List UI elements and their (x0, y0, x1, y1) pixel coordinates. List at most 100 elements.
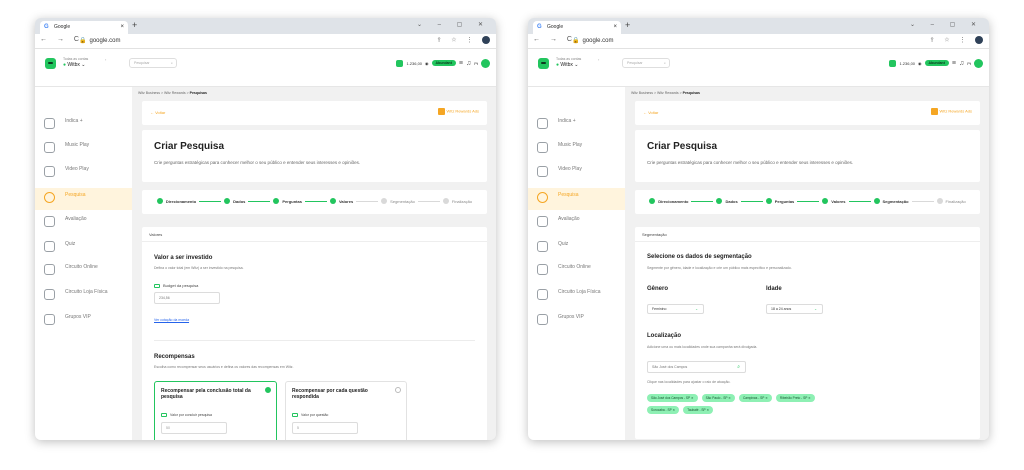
window-controls[interactable]: ⌄ – ▢ ✕ (417, 21, 490, 28)
sidebar-item-video-play[interactable]: Video Play (35, 162, 132, 184)
ads-button[interactable]: Witz Rewards Ads (437, 108, 479, 115)
breadcrumb-item[interactable]: Witz Business (138, 91, 160, 95)
location-chip[interactable]: Ribeirão Preto - SP ✕ (775, 394, 815, 402)
sidebar-item-pesquisa[interactable]: Pesquisa (35, 188, 132, 210)
reward-value-input[interactable]: 5 (292, 422, 358, 434)
close-tab-icon[interactable]: × (120, 21, 124, 34)
location-chip[interactable]: São José dos Campos - SP ✕ (647, 394, 698, 402)
step-label: Direcionamento (658, 198, 689, 204)
new-tab-button[interactable]: + (132, 20, 137, 30)
step-segmentacao[interactable]: Segmentação (873, 198, 909, 204)
sidebar-item-pesquisa[interactable]: Pesquisa (528, 188, 625, 210)
user-short[interactable]: Pt (474, 61, 478, 66)
browser-action-icons[interactable]: ⇪ ☆ ⋮ (437, 38, 477, 44)
org-selector[interactable]: ● Witbx ⌄ (63, 62, 86, 68)
eye-icon[interactable]: ◉ (425, 61, 429, 66)
breadcrumb-item[interactable]: Witz Rewards (657, 91, 679, 95)
ads-button[interactable]: Witz Rewards Ads (930, 108, 972, 115)
sidebar-item-circuito-online[interactable]: Circuito Online (528, 260, 625, 282)
gender-select[interactable]: Feminino ⌄ (647, 304, 704, 314)
close-tab-icon[interactable]: × (613, 21, 617, 34)
sidebar-item-music-play[interactable]: Music Play (528, 138, 625, 160)
budget-input[interactable]: 234,56 (154, 292, 220, 304)
app-search-input[interactable]: Pesquisar ⌕ (129, 58, 177, 68)
browser-action-icons[interactable]: ⇪ ☆ ⋮ (930, 38, 970, 44)
radio-unselected[interactable] (395, 387, 401, 393)
bell-icon[interactable]: ♫ (466, 60, 471, 67)
browser-tab[interactable]: G Google × (533, 21, 621, 34)
location-chip[interactable]: Sorocaba - SP ✕ (647, 406, 680, 414)
radio-selected[interactable] (265, 387, 271, 393)
reward-title: Recompensar pela conclusão total da pesq… (161, 388, 251, 400)
browser-actions[interactable]: ⇪ ☆ ⋮ (930, 36, 983, 44)
sidebar-item-circuito-loja[interactable]: Circuito Loja Física (528, 285, 625, 307)
sidebar-item-indica[interactable]: Indica + (35, 114, 132, 136)
sidebar-item-grupos-vip[interactable]: Grupos VIP (35, 310, 132, 332)
reward-option-total[interactable]: Recompensar pela conclusão total da pesq… (154, 381, 277, 440)
sidebar-item-music-play[interactable]: Music Play (35, 138, 132, 160)
url-field[interactable]: 🔒 google.com (79, 37, 121, 44)
browser-actions[interactable]: ⇪ ☆ ⋮ (437, 36, 490, 44)
back-button[interactable]: ← Voltar (643, 110, 658, 115)
window-controls[interactable]: ⌄ – ▢ ✕ (910, 21, 983, 28)
sidebar-item-avaliacao[interactable]: Avaliação (528, 212, 625, 234)
browser-tab[interactable]: G Google × (40, 21, 128, 34)
app-search-input[interactable]: Pesquisar ⌕ (622, 58, 670, 68)
menu-icon[interactable]: ≡ (459, 60, 463, 67)
nav-buttons[interactable]: ← → C (40, 36, 83, 43)
phone-icon (537, 264, 548, 275)
eye-icon[interactable]: ◉ (918, 61, 922, 66)
sidebar-item-avaliacao[interactable]: Avaliação (35, 212, 132, 234)
main-content: Witz Business > Witz Rewards > Pesquisas… (132, 87, 496, 440)
breadcrumb-item[interactable]: Witz Business (631, 91, 653, 95)
sidebar-item-video-play[interactable]: Video Play (528, 162, 625, 184)
step-label: Perguntas (282, 198, 302, 204)
location-chip[interactable]: Taubaté - SP ✕ (683, 406, 714, 414)
quote-link[interactable]: Ver cotação da moeda (154, 318, 189, 322)
step-dados[interactable]: Dados (224, 198, 245, 204)
nav-buttons[interactable]: ← → C (533, 36, 576, 43)
step-valores[interactable]: Valores (329, 198, 353, 204)
status-pill[interactable]: Abundant (431, 60, 456, 66)
user-avatar[interactable] (481, 58, 490, 68)
step-direcionamento[interactable]: Direcionamento (156, 198, 196, 204)
step-segmentacao[interactable]: Segmentação (381, 198, 415, 204)
sidebar-item-circuito-online[interactable]: Circuito Online (35, 260, 132, 282)
tab-title: Google (547, 24, 564, 30)
step-dados[interactable]: Dados (716, 198, 738, 204)
collapse-sidebar-icon[interactable]: ‹ (105, 57, 106, 62)
sidebar-item-indica[interactable]: Indica + (528, 114, 625, 136)
back-button[interactable]: ← Voltar (150, 110, 165, 115)
user-short[interactable]: Pt (967, 61, 971, 66)
reward-value-input[interactable]: 50 (161, 422, 227, 434)
bell-icon[interactable]: ♫ (959, 60, 964, 67)
reward-option-per-question[interactable]: Recompensar por cada questão respondida … (285, 381, 407, 440)
age-select[interactable]: 18 a 24 anos ⌄ (766, 304, 823, 314)
step-finalizacao[interactable]: Finalização (442, 198, 472, 204)
sidebar-item-grupos-vip[interactable]: Grupos VIP (528, 310, 625, 332)
title-card: Criar Pesquisa Crie perguntas estratégic… (635, 130, 980, 182)
new-tab-button[interactable]: + (625, 20, 630, 30)
profile-avatar[interactable] (975, 36, 983, 44)
step-perguntas[interactable]: Perguntas (273, 198, 302, 204)
sidebar-item-quiz[interactable]: Quiz (528, 237, 625, 259)
step-label: Segmentação (882, 198, 909, 204)
location-search-input[interactable]: São José dos Campos ⌕ (647, 361, 746, 373)
collapse-sidebar-icon[interactable]: ‹ (598, 57, 599, 62)
status-pill[interactable]: Abundant (924, 60, 949, 66)
profile-avatar[interactable] (482, 36, 490, 44)
sidebar-item-quiz[interactable]: Quiz (35, 237, 132, 259)
location-chip[interactable]: São Paulo - SP ✕ (701, 394, 735, 402)
breadcrumb-item[interactable]: Witz Rewards (164, 91, 186, 95)
location-chip[interactable]: Campinas - SP ✕ (738, 394, 772, 402)
user-avatar[interactable] (974, 58, 983, 68)
step-perguntas[interactable]: Perguntas (765, 198, 794, 204)
url-field[interactable]: 🔒 google.com (572, 37, 614, 44)
org-selector[interactable]: ● Witbx ⌄ (556, 62, 579, 68)
tab-bar: G Google × + ⌄ – ▢ ✕ (528, 18, 989, 34)
menu-icon[interactable]: ≡ (952, 60, 956, 67)
step-finalizacao[interactable]: Finalização (936, 198, 966, 204)
step-valores[interactable]: Valores (822, 198, 846, 204)
sidebar-item-circuito-loja[interactable]: Circuito Loja Física (35, 285, 132, 307)
step-direcionamento[interactable]: Direcionamento (649, 198, 688, 204)
